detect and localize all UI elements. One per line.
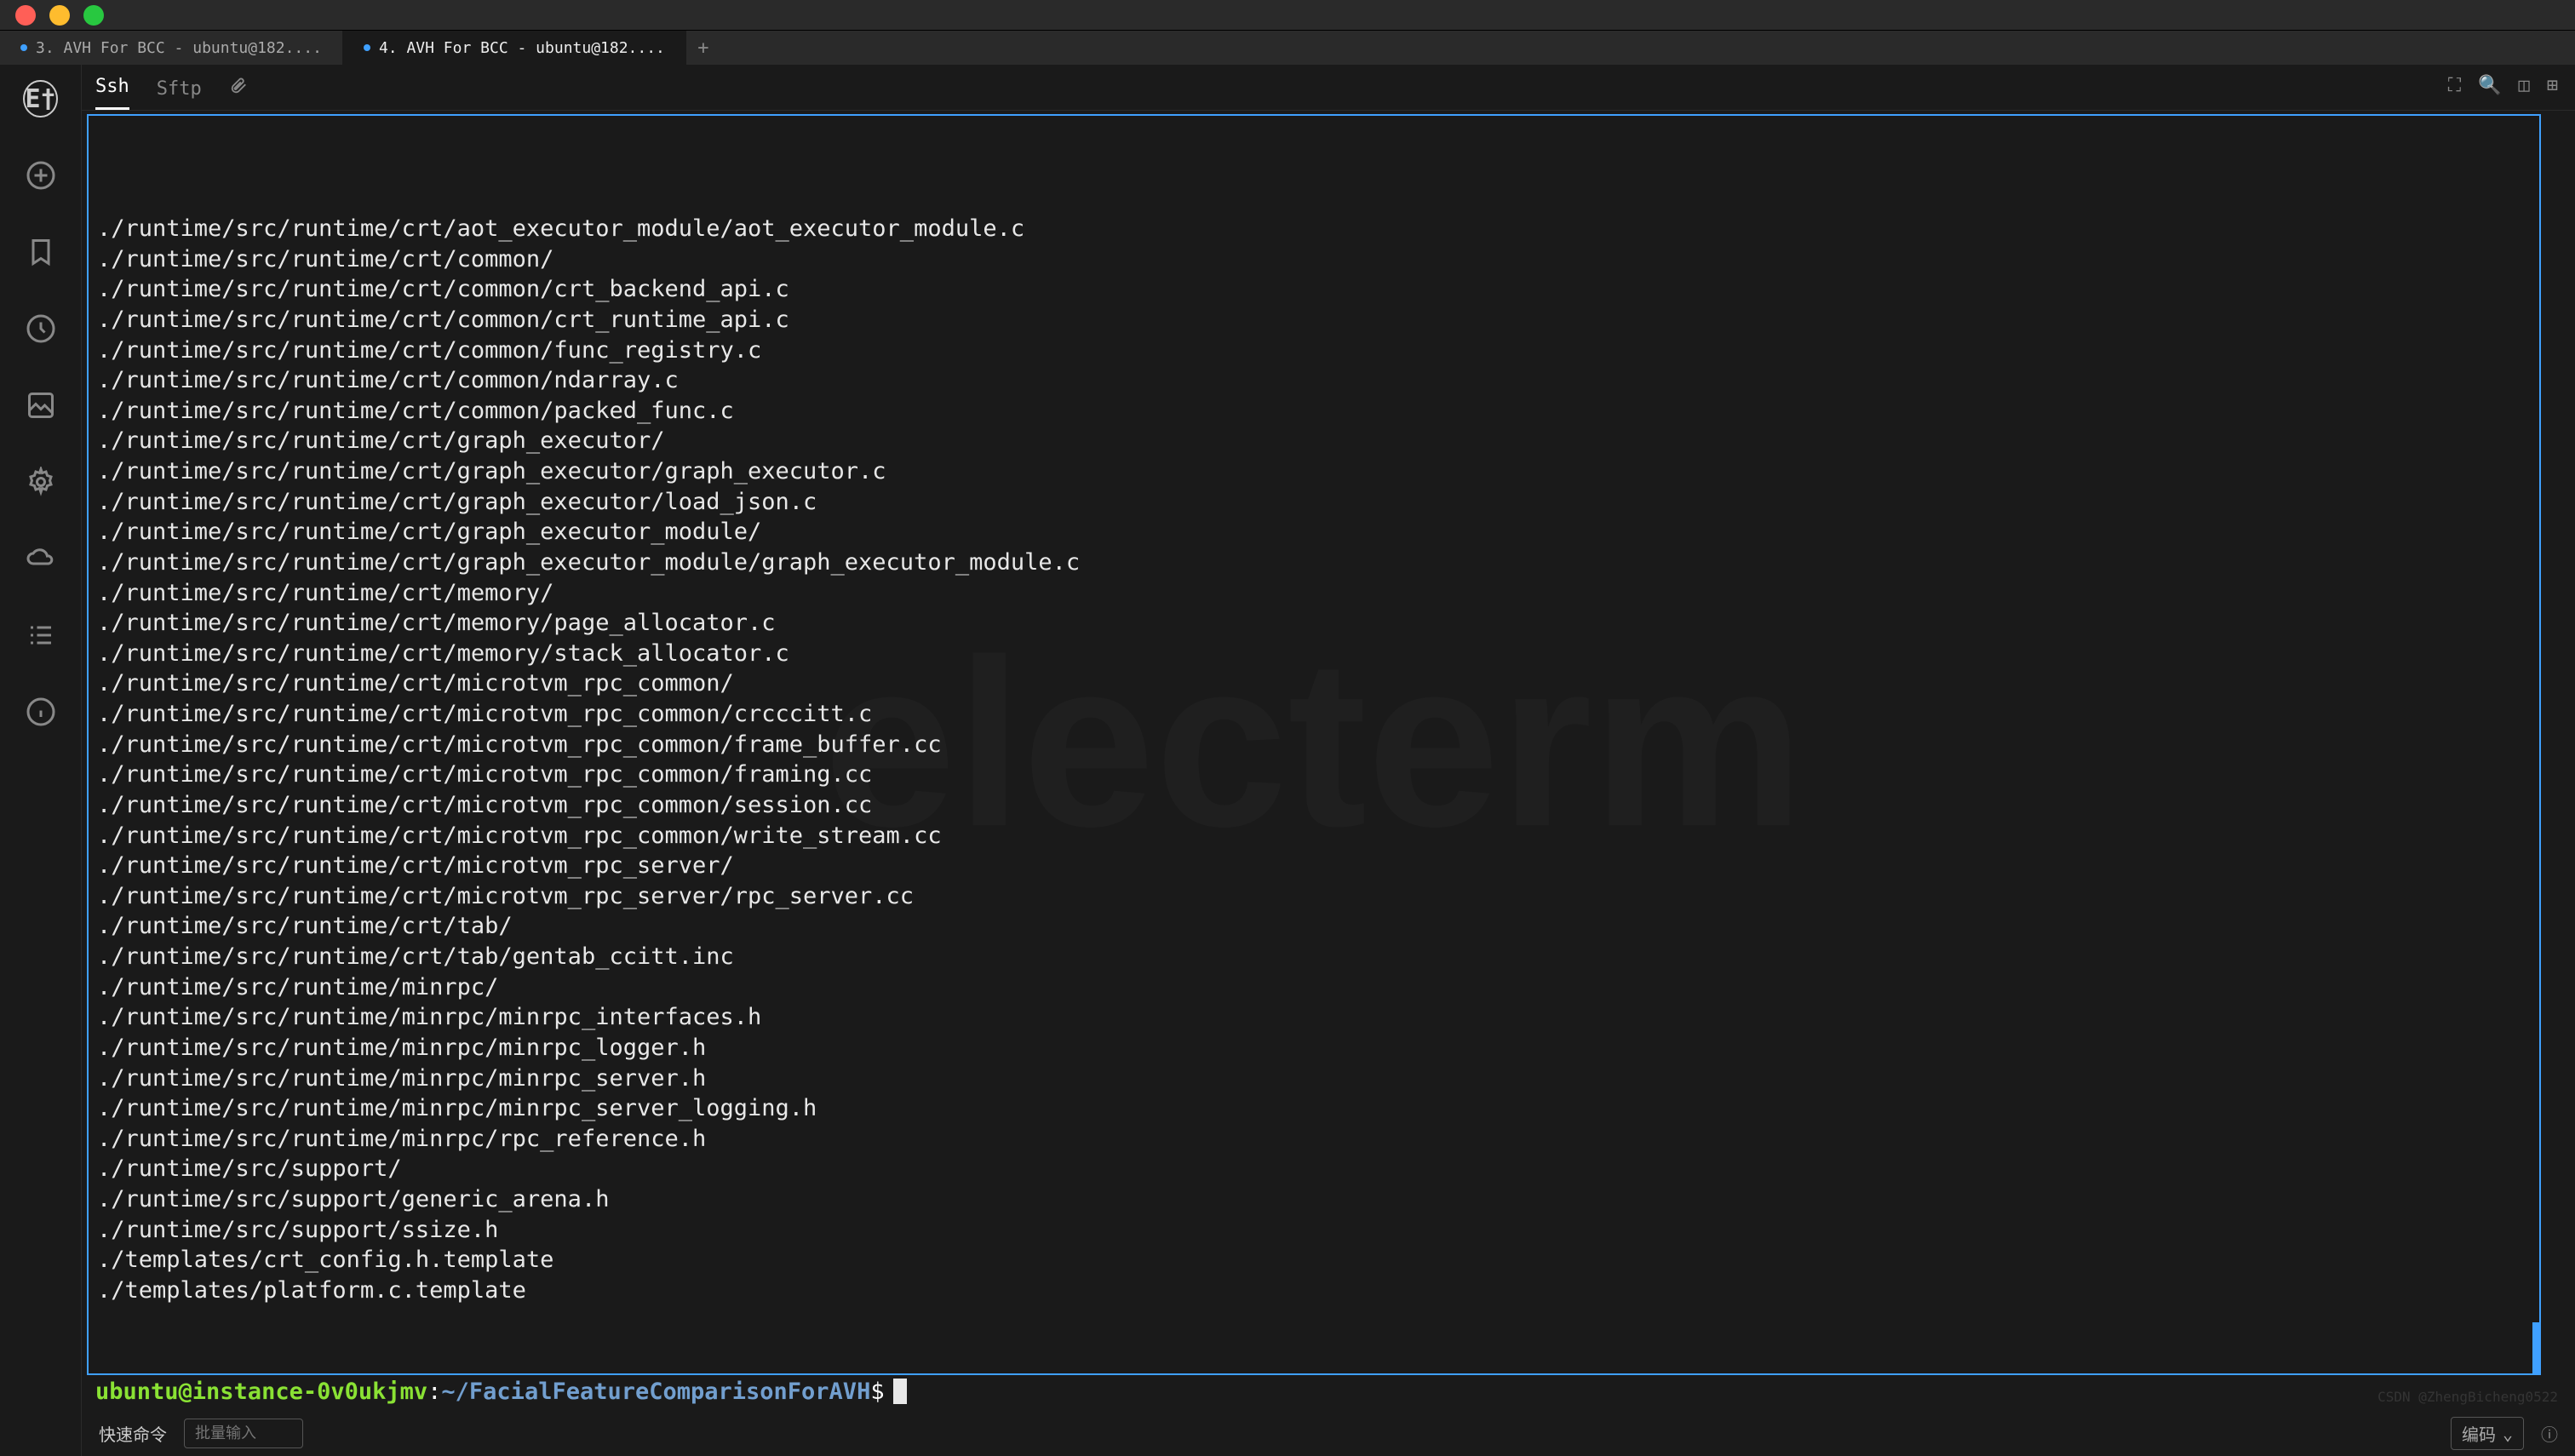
terminal-line: ./runtime/src/runtime/crt/microtvm_rpc_c… — [97, 790, 2531, 821]
terminal-line: ./runtime/src/runtime/crt/graph_executor… — [97, 426, 2531, 456]
terminal-line: ./runtime/src/runtime/crt/microtvm_rpc_c… — [97, 730, 2531, 760]
terminal-line: ./runtime/src/runtime/crt/graph_executor… — [97, 487, 2531, 518]
terminal-line: ./runtime/src/runtime/crt/microtvm_rpc_s… — [97, 881, 2531, 912]
terminal-line: ./runtime/src/runtime/crt/microtvm_rpc_c… — [97, 821, 2531, 851]
subtab-ssh[interactable]: Ssh — [95, 76, 129, 110]
terminal-line: ./runtime/src/runtime/crt/tab/gentab_cci… — [97, 942, 2531, 972]
tab-status-dot-icon — [364, 44, 370, 51]
terminal-prompt[interactable]: ubuntu@instance-0v0ukjmv:~/FacialFeature… — [87, 1375, 2541, 1408]
split-grid-icon[interactable]: ⊞ — [2547, 75, 2558, 96]
terminal-line: ./runtime/src/runtime/crt/aot_executor_m… — [97, 214, 2531, 244]
terminal-line: ./runtime/src/runtime/minrpc/minrpc_inte… — [97, 1002, 2531, 1033]
window-minimize-button[interactable] — [49, 5, 70, 26]
terminal-line: ./runtime/src/runtime/crt/microtvm_rpc_c… — [97, 760, 2531, 790]
terminal-line: ./runtime/src/runtime/crt/common/crt_bac… — [97, 274, 2531, 305]
list-icon[interactable] — [24, 618, 58, 652]
terminal-line: ./runtime/src/runtime/crt/graph_executor… — [97, 456, 2531, 487]
terminal-line: ./runtime/src/runtime/crt/microtvm_rpc_c… — [97, 699, 2531, 730]
batch-input-field[interactable] — [184, 1419, 303, 1448]
sidebar: E† — [0, 65, 82, 1456]
split-vertical-icon[interactable]: ◫ — [2519, 75, 2530, 96]
prompt-user-host: ubuntu@instance-0v0ukjmv — [95, 1379, 427, 1405]
traffic-lights — [15, 5, 104, 26]
tabbar: 3. AVH For BCC - ubuntu@182.... 4. AVH F… — [0, 31, 2575, 65]
terminal-output[interactable]: electerm ./runtime/src/runtime/crt/aot_e… — [87, 114, 2541, 1375]
terminal-line: ./runtime/src/runtime/minrpc/minrpc_serv… — [97, 1093, 2531, 1124]
app-logo[interactable]: E† — [24, 82, 58, 116]
attachment-icon[interactable] — [229, 77, 248, 110]
terminal-line: ./runtime/src/runtime/minrpc/rpc_referen… — [97, 1124, 2531, 1155]
prompt-path: ~/FacialFeatureComparisonForAVH — [441, 1379, 870, 1405]
terminal-line: ./runtime/src/runtime/crt/common/packed_… — [97, 396, 2531, 427]
tab-status-dot-icon — [20, 44, 27, 51]
terminal-toolbar: ⛶ 🔍 ◫ ⊞ — [2448, 75, 2558, 96]
terminal-line: ./runtime/src/support/ — [97, 1154, 2531, 1184]
subtab-sftp[interactable]: Sftp — [157, 78, 202, 110]
terminal-cursor — [893, 1379, 907, 1404]
scrollbar-thumb[interactable] — [2532, 1322, 2539, 1373]
terminal-line: ./runtime/src/runtime/crt/common/ — [97, 244, 2531, 275]
add-tab-button[interactable]: + — [686, 31, 720, 65]
info-icon[interactable] — [24, 695, 58, 729]
encoding-label: 编码 — [2462, 1421, 2496, 1446]
content-area: Ssh Sftp ⛶ 🔍 ◫ ⊞ electerm ./runtime/src/… — [82, 65, 2575, 1456]
settings-icon[interactable] — [24, 465, 58, 499]
terminal-line: ./runtime/src/support/generic_arena.h — [97, 1184, 2531, 1215]
window-close-button[interactable] — [15, 5, 36, 26]
quick-command-button[interactable]: 快速命令 — [99, 1421, 167, 1446]
bookmark-icon[interactable] — [24, 235, 58, 269]
tab-label: 3. AVH For BCC - ubuntu@182.... — [36, 39, 322, 57]
terminal-line: ./runtime/src/runtime/crt/graph_executor… — [97, 547, 2531, 578]
terminal-line: ./runtime/src/runtime/crt/microtvm_rpc_c… — [97, 668, 2531, 699]
prompt-symbol: $ — [870, 1379, 884, 1405]
add-icon[interactable] — [24, 158, 58, 192]
cloud-sync-icon[interactable] — [24, 542, 58, 576]
prompt-separator: : — [427, 1379, 441, 1405]
terminal-line: ./runtime/src/runtime/crt/common/ndarray… — [97, 365, 2531, 396]
terminal-line: ./templates/platform.c.template — [97, 1275, 2531, 1306]
terminal-line: ./templates/crt_config.h.template — [97, 1245, 2531, 1275]
fullscreen-icon[interactable]: ⛶ — [2448, 75, 2461, 96]
terminal-line: ./runtime/src/support/ssize.h — [97, 1215, 2531, 1246]
tab-session-4[interactable]: 4. AVH For BCC - ubuntu@182.... — [343, 31, 686, 65]
terminal-line: ./runtime/src/runtime/crt/tab/ — [97, 911, 2531, 942]
search-icon[interactable]: 🔍 — [2478, 75, 2501, 96]
encoding-dropdown[interactable]: 编码 ⌄ — [2451, 1417, 2524, 1450]
tab-label: 4. AVH For BCC - ubuntu@182.... — [379, 39, 665, 57]
subtabs: Ssh Sftp ⛶ 🔍 ◫ ⊞ — [82, 65, 2575, 111]
terminal-line: ./runtime/src/runtime/crt/memory/stack_a… — [97, 639, 2531, 669]
terminal-line: ./runtime/src/runtime/minrpc/ — [97, 972, 2531, 1003]
window-maximize-button[interactable] — [83, 5, 104, 26]
footer-bar: 快速命令 编码 ⌄ ⓘ — [82, 1412, 2575, 1456]
terminal-line: ./runtime/src/runtime/crt/memory/ — [97, 578, 2531, 609]
terminal-line: ./runtime/src/runtime/minrpc/minrpc_logg… — [97, 1033, 2531, 1063]
terminal-line: ./runtime/src/runtime/minrpc/minrpc_serv… — [97, 1063, 2531, 1094]
titlebar — [0, 0, 2575, 31]
history-icon[interactable] — [24, 312, 58, 346]
help-icon[interactable]: ⓘ — [2541, 1421, 2558, 1446]
terminal-line: ./runtime/src/runtime/crt/memory/page_al… — [97, 608, 2531, 639]
terminal-line: ./runtime/src/runtime/crt/common/func_re… — [97, 335, 2531, 366]
chevron-down-icon: ⌄ — [2503, 1424, 2513, 1444]
image-icon[interactable] — [24, 388, 58, 422]
terminal-line: ./runtime/src/runtime/crt/graph_executor… — [97, 517, 2531, 547]
tab-session-3[interactable]: 3. AVH For BCC - ubuntu@182.... — [0, 31, 343, 65]
terminal-line: ./runtime/src/runtime/crt/common/crt_run… — [97, 305, 2531, 335]
terminal-line: ./runtime/src/runtime/crt/microtvm_rpc_s… — [97, 851, 2531, 881]
